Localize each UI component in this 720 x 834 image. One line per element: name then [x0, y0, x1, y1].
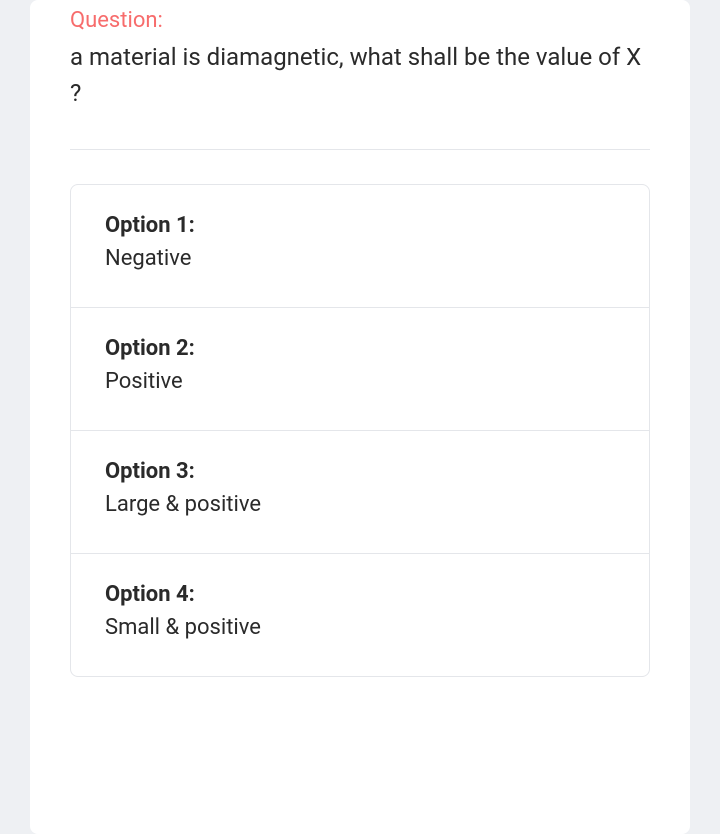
option-label: Option 2:: [105, 336, 615, 361]
option-label: Option 4:: [105, 582, 615, 607]
option-value: Positive: [105, 369, 615, 394]
option-label: Option 1:: [105, 213, 615, 238]
question-text: a material is diamagnetic, what shall be…: [70, 39, 650, 111]
option-4[interactable]: Option 4: Small & positive: [71, 554, 649, 676]
option-3[interactable]: Option 3: Large & positive: [71, 431, 649, 554]
question-card: Question: a material is diamagnetic, wha…: [30, 0, 690, 834]
options-container: Option 1: Negative Option 2: Positive Op…: [70, 184, 650, 677]
option-value: Large & positive: [105, 492, 615, 517]
option-2[interactable]: Option 2: Positive: [71, 308, 649, 431]
divider: [70, 149, 650, 150]
option-label: Option 3:: [105, 459, 615, 484]
option-value: Small & positive: [105, 615, 615, 640]
question-label: Question:: [70, 0, 650, 33]
option-value: Negative: [105, 246, 615, 271]
option-1[interactable]: Option 1: Negative: [71, 185, 649, 308]
